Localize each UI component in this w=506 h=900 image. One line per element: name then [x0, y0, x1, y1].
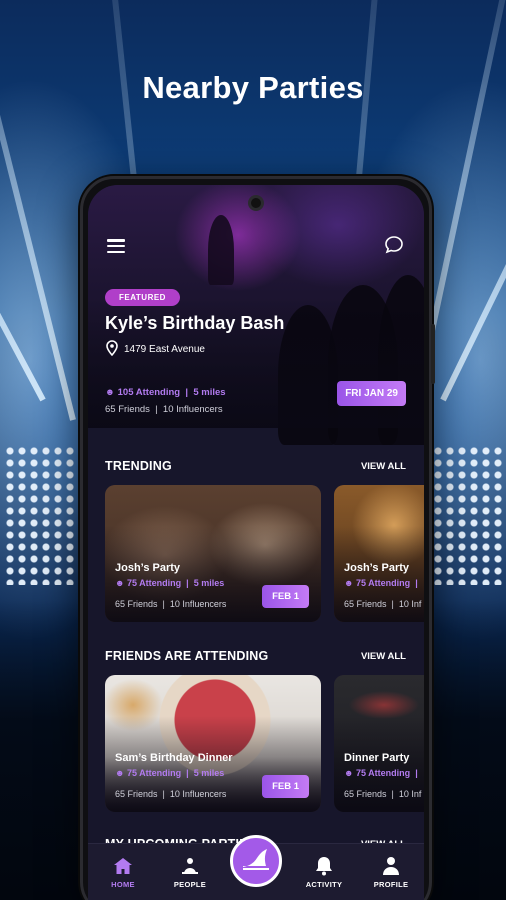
nav-label: HOME	[111, 880, 135, 889]
person-icon: ☻	[115, 578, 125, 588]
card-title: Josh’s Party	[115, 562, 181, 574]
people-icon	[160, 856, 220, 876]
card-friends: 65 Friends | 10 Inf	[344, 599, 422, 609]
app-screen: FEATURED Kyle’s Birthday Bash 1479 East …	[88, 185, 424, 900]
distance: 5 miles	[193, 387, 226, 398]
influencers-count: 10 Inf	[398, 789, 422, 799]
featured-date-button[interactable]: FRI JAN 29	[337, 381, 406, 406]
friends-count: 65 Friends	[344, 789, 387, 799]
friends-count: 65 Friends	[344, 599, 387, 609]
phone-frame: FEATURED Kyle’s Birthday Bash 1479 East …	[80, 176, 435, 900]
featured-location: 1479 East Avenue	[105, 340, 205, 359]
card-attending: ☻ 75 Attending | 5 miles	[115, 578, 225, 588]
crowd-figure	[328, 285, 398, 445]
led-panel	[432, 445, 504, 585]
card-friends: 65 Friends | 10 Influencers	[115, 599, 227, 609]
card-title: Josh’s Party	[344, 562, 410, 574]
distance: |	[415, 578, 418, 588]
distance: 5 miles	[193, 768, 225, 778]
nav-profile[interactable]: PROFILE	[361, 856, 421, 889]
card-date-button[interactable]: FEB 1	[262, 585, 309, 608]
location-text: 1479 East Avenue	[124, 344, 205, 355]
trending-card[interactable]: Josh’s Party ☻ 75 Attending | 5 miles 65…	[105, 485, 321, 622]
front-camera	[248, 195, 264, 211]
attending-count: 105 Attending	[117, 387, 181, 398]
distance: |	[415, 768, 418, 778]
chat-icon[interactable]	[384, 235, 404, 260]
light-beam	[0, 0, 76, 421]
featured-party-hero[interactable]: FEATURED Kyle’s Birthday Bash 1479 East …	[88, 185, 424, 445]
influencers-count: 10 Influencers	[169, 789, 227, 799]
shark-fin-icon	[241, 847, 271, 876]
friends-card[interactable]: Dinner Party ☻ 75 Attending | 65 Friends…	[334, 675, 424, 812]
person-icon: ☻	[105, 387, 115, 398]
section-title: TRENDING	[105, 459, 172, 473]
nav-people[interactable]: PEOPLE	[160, 856, 220, 889]
card-friends: 65 Friends | 10 Influencers	[115, 789, 227, 799]
bell-icon	[294, 856, 354, 876]
card-date-button[interactable]: FEB 1	[262, 775, 309, 798]
card-attending: ☻ 75 Attending |	[344, 578, 418, 588]
center-action-button[interactable]	[230, 835, 282, 887]
card-attending: ☻ 75 Attending | 5 miles	[115, 768, 225, 778]
influencers-count: 10 Influencers	[169, 599, 227, 609]
trending-card[interactable]: Josh’s Party ☻ 75 Attending | 65 Friends…	[334, 485, 424, 622]
view-all-trending-link[interactable]: VIEW ALL	[361, 461, 406, 472]
home-icon	[93, 856, 153, 876]
friends-count: 65 Friends	[115, 599, 158, 609]
friends-count: 65 Friends	[105, 404, 150, 415]
friends-count: 65 Friends	[115, 789, 158, 799]
nav-activity[interactable]: ACTIVITY	[294, 856, 354, 889]
featured-title: Kyle’s Birthday Bash	[105, 313, 285, 333]
card-attending: ☻ 75 Attending |	[344, 768, 418, 778]
crowd-figure	[278, 305, 338, 445]
influencers-count: 10 Influencers	[162, 404, 223, 415]
phone-side-button	[431, 324, 435, 384]
location-pin-icon	[105, 340, 119, 359]
light-beam	[440, 0, 506, 402]
nav-home[interactable]: HOME	[93, 856, 153, 889]
influencers-count: 10 Inf	[398, 599, 422, 609]
attending-count: 75 Attending	[127, 578, 182, 588]
attending-count: 75 Attending	[356, 578, 411, 588]
profile-icon	[361, 856, 421, 876]
nav-label: ACTIVITY	[305, 880, 343, 889]
nav-label: PEOPLE	[173, 880, 207, 889]
featured-badge: FEATURED	[105, 289, 180, 306]
attending-count: 75 Attending	[356, 768, 411, 778]
card-title: Sam’s Birthday Dinner	[115, 752, 233, 764]
view-all-friends-link[interactable]: VIEW ALL	[361, 651, 406, 662]
person-icon: ☻	[115, 768, 125, 778]
friends-card[interactable]: Sam’s Birthday Dinner ☻ 75 Attending | 5…	[105, 675, 321, 812]
trending-header: TRENDING VIEW ALL	[105, 459, 406, 473]
distance: 5 miles	[193, 578, 225, 588]
section-title: FRIENDS ARE ATTENDING	[105, 649, 269, 663]
card-title: Dinner Party	[344, 752, 410, 764]
light-beam	[0, 0, 46, 402]
nav-label: PROFILE	[373, 880, 409, 889]
menu-icon[interactable]	[107, 239, 125, 253]
person-icon: ☻	[344, 768, 354, 778]
led-panel	[4, 445, 76, 585]
friends-attending-header: FRIENDS ARE ATTENDING VIEW ALL	[105, 649, 406, 663]
performer-figure	[208, 215, 234, 285]
crowd-figure	[378, 275, 424, 445]
featured-stats: ☻ 105 Attending | 5 miles 65 Friends | 1…	[105, 387, 226, 415]
person-icon: ☻	[344, 578, 354, 588]
headline: Nearby Parties	[142, 70, 364, 105]
attending-count: 75 Attending	[127, 768, 182, 778]
card-friends: 65 Friends | 10 Inf	[344, 789, 422, 799]
